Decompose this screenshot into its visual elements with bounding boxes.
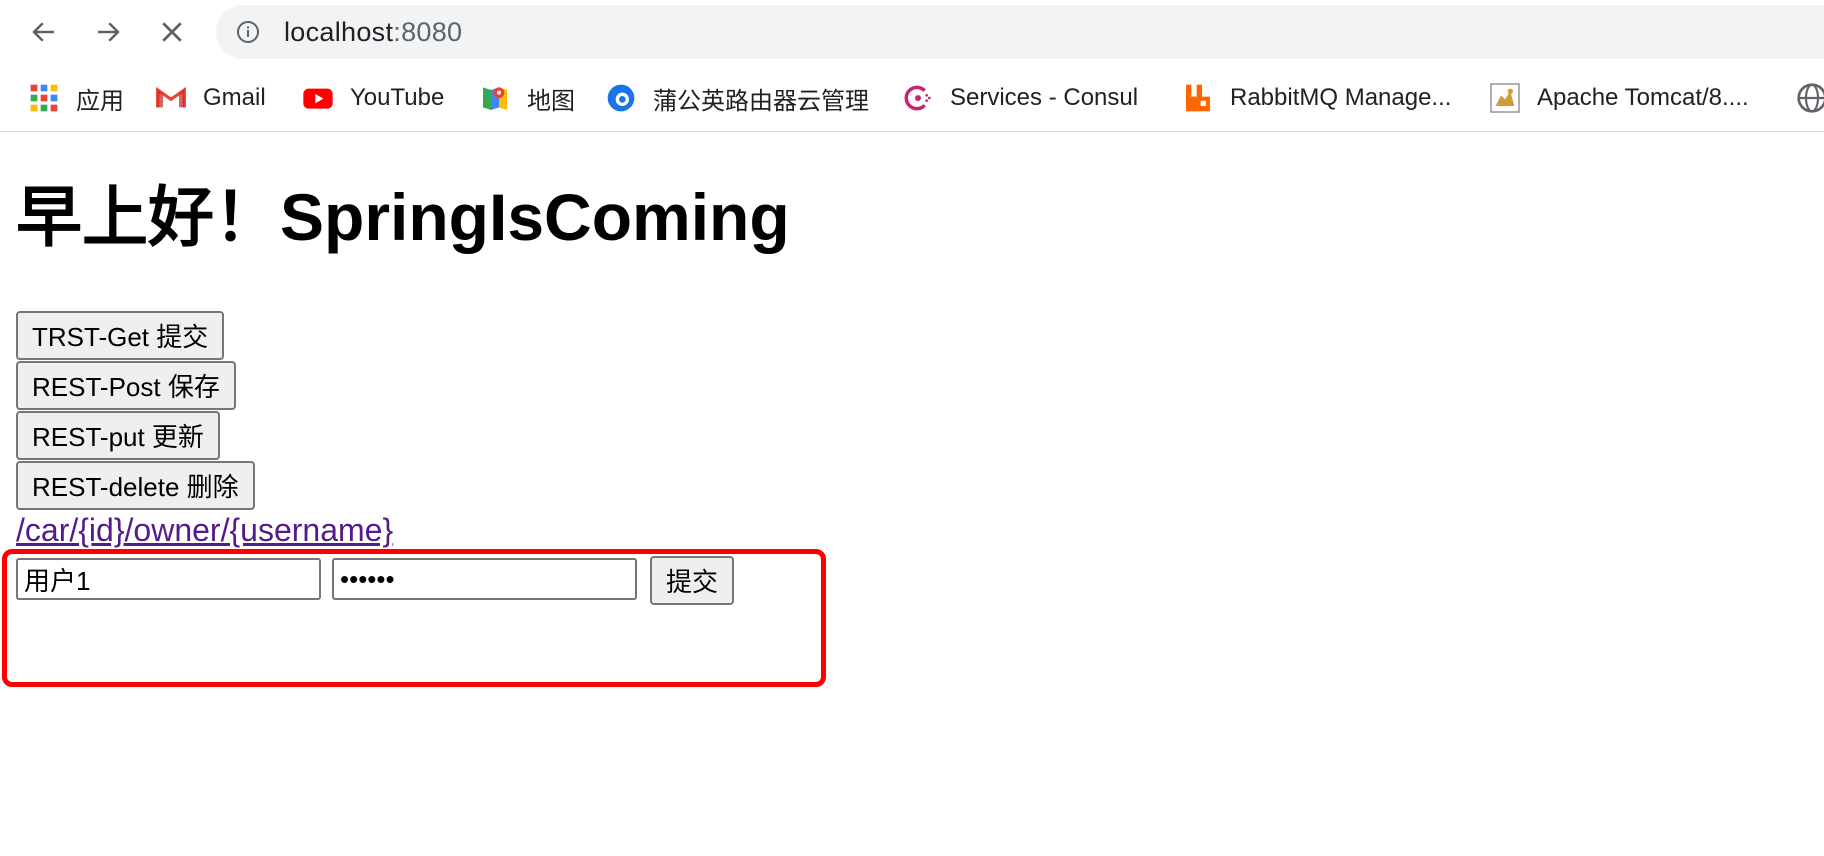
arrow-right-icon [98, 22, 120, 42]
bookmark-youtube[interactable]: YouTube [302, 80, 444, 116]
bookmark-apps[interactable]: 应用 [28, 80, 124, 116]
bookmark-label: 地图 [527, 87, 575, 115]
pugongying-icon [605, 82, 637, 114]
page-content: 早上好！SpringIsComing TRST-Get 提交 REST-Post… [0, 133, 1824, 856]
bookmark-tomcat[interactable]: Apache Tomcat/8.... [1489, 80, 1749, 116]
page-title: 早上好！SpringIsComing [16, 180, 790, 254]
youtube-icon [302, 82, 334, 114]
arrow-left-icon [32, 22, 54, 42]
bookmark-label: Gmail [203, 84, 266, 111]
forward-button[interactable] [88, 12, 128, 52]
close-icon [162, 22, 182, 42]
submit-button[interactable]: 提交 [650, 556, 735, 605]
bookmark-label: 蒲公英路由器云管理 [653, 87, 869, 115]
rest-put-button[interactable]: REST-put 更新 [16, 411, 220, 460]
globe-icon [1796, 82, 1824, 114]
back-button[interactable] [24, 12, 64, 52]
gmail-icon [155, 82, 187, 114]
rest-get-button[interactable]: TRST-Get 提交 [16, 311, 225, 360]
apps-grid-icon [28, 82, 60, 114]
maps-icon [479, 82, 511, 114]
bookmark-label: 应用 [76, 87, 124, 115]
rest-delete-button[interactable]: REST-delete 删除 [16, 461, 255, 510]
address-bar[interactable]: localhost:8080 [216, 5, 1824, 59]
bookmark-rabbitmq[interactable]: RabbitMQ Manage... [1182, 80, 1451, 116]
bookmark-label: Apache Tomcat/8.... [1537, 84, 1749, 111]
password-input[interactable] [332, 558, 637, 600]
bookmark-more[interactable] [1796, 80, 1824, 116]
info-icon[interactable] [236, 20, 260, 44]
url-host: localhost [284, 17, 394, 47]
tomcat-icon [1489, 82, 1521, 114]
bookmarks-bar: 应用 Gmail YouTube 地图 蒲公英路由器云管理 Services -… [0, 64, 1824, 132]
rabbitmq-icon [1182, 82, 1214, 114]
consul-icon [902, 82, 934, 114]
bookmark-maps[interactable]: 地图 [479, 80, 575, 116]
bookmark-label: YouTube [350, 84, 445, 111]
bookmark-consul[interactable]: Services - Consul [902, 80, 1138, 116]
rest-post-button[interactable]: REST-Post 保存 [16, 361, 236, 410]
browser-toolbar: localhost:8080 [0, 0, 1824, 64]
bookmark-label: RabbitMQ Manage... [1230, 84, 1452, 111]
bookmark-label: Services - Consul [950, 84, 1139, 111]
stop-loading-button[interactable] [152, 12, 192, 52]
username-input[interactable] [16, 558, 321, 600]
bookmark-gmail[interactable]: Gmail [155, 80, 266, 116]
car-owner-link[interactable]: /car/{id}/owner/{username} [16, 512, 393, 548]
url-text[interactable]: localhost:8080 [284, 19, 462, 46]
url-port: :8080 [393, 17, 463, 47]
bookmark-pugongying[interactable]: 蒲公英路由器云管理 [605, 80, 869, 116]
